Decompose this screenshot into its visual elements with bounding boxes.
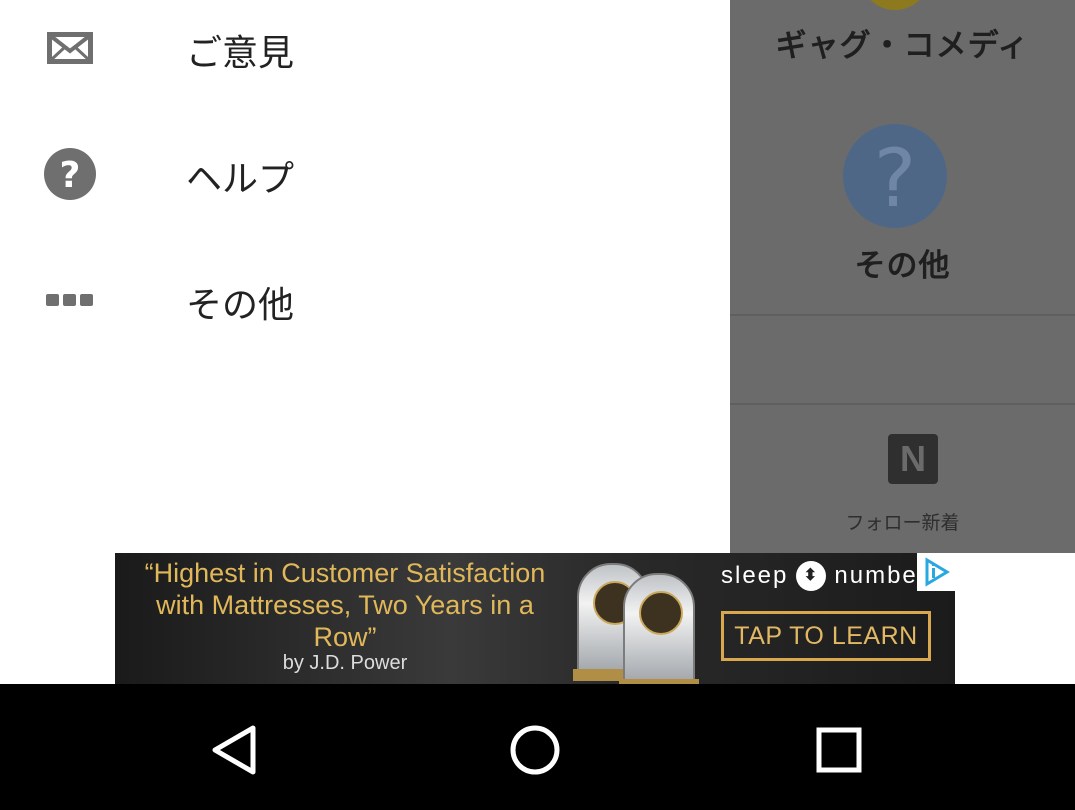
menu-label-help: ヘルプ <box>186 159 295 200</box>
brand-word-right: numbe <box>834 562 918 589</box>
sleep-number-logo-icon: ⬍ <box>796 561 827 591</box>
tap-to-learn-button[interactable]: TAP TO LEARN <box>721 611 931 661</box>
ad-banner[interactable]: “Highest in Customer Satisfaction with M… <box>115 553 955 684</box>
menu-item-other[interactable]: その他 <box>0 252 730 362</box>
divider <box>730 314 1075 316</box>
category-label-gag-comedy: ギャグ・コメディ <box>775 28 1030 64</box>
follow-new-label: フォロー新着 <box>845 512 960 534</box>
question-mark-icon: ? <box>843 124 947 228</box>
category-label-other: その他 <box>854 248 951 284</box>
back-triangle-icon[interactable] <box>205 722 261 778</box>
menu-item-help[interactable]: ? ヘルプ <box>0 126 730 236</box>
ad-quote: “Highest in Customer Satisfaction with M… <box>144 558 546 652</box>
help-circle-icon: ? <box>40 144 100 204</box>
ad-byline: by J.D. Power <box>282 652 408 674</box>
follow-n-icon: N <box>888 434 938 484</box>
home-circle-icon[interactable] <box>507 722 563 778</box>
recents-square-icon[interactable] <box>811 722 867 778</box>
more-dots-icon <box>40 270 100 330</box>
navigation-drawer: ご意見 ? ヘルプ その他 <box>0 0 730 553</box>
menu-item-feedback[interactable]: ご意見 <box>0 0 730 110</box>
svg-text:?: ? <box>874 132 916 225</box>
ad-brand-logo: sleep ⬍ numbe <box>721 561 918 591</box>
adchoices-icon[interactable] <box>917 553 955 591</box>
system-navigation-bar <box>0 684 1075 810</box>
svg-text:?: ? <box>60 155 81 196</box>
brand-word-left: sleep <box>721 562 789 589</box>
envelope-icon <box>40 18 100 78</box>
menu-label-other: その他 <box>186 285 295 326</box>
menu-label-feedback: ご意見 <box>186 33 295 74</box>
trophy-icon <box>619 573 699 684</box>
divider <box>730 403 1075 405</box>
